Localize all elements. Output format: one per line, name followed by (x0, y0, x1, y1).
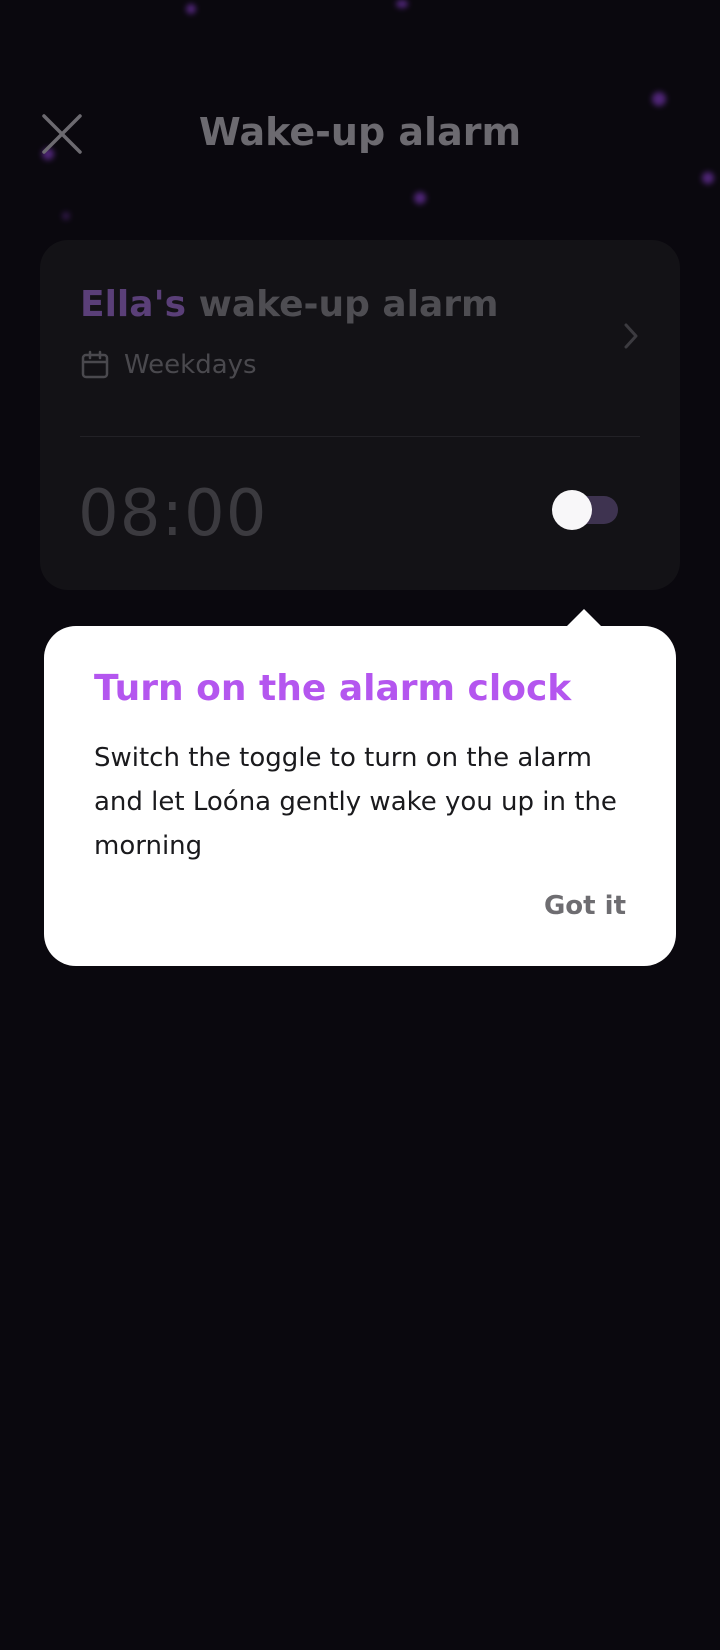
alarm-toggle[interactable] (552, 490, 618, 530)
card-divider (80, 436, 640, 437)
tooltip-pointer (566, 609, 602, 627)
sparkle (62, 212, 70, 220)
calendar-icon (80, 350, 110, 380)
alarm-time: 08:00 (78, 477, 268, 551)
alarm-schedule: Weekdays (80, 350, 257, 380)
schedule-label: Weekdays (124, 350, 257, 380)
tooltip-title: Turn on the alarm clock (94, 668, 572, 709)
alarm-owner: Ella's (80, 284, 187, 325)
alarm-title: wake-up alarm (198, 284, 499, 325)
chevron-right-icon (618, 318, 644, 354)
page-title: Wake-up alarm (198, 110, 522, 154)
alarm-name: Ella's wake-up alarm (80, 282, 499, 328)
header: Wake-up alarm (0, 90, 720, 174)
alarm-card: Ella's wake-up alarm Weekdays 08:00 (40, 240, 680, 590)
tooltip-body: Switch the toggle to turn on the alarm a… (94, 743, 617, 861)
got-it-button[interactable]: Got it (544, 888, 626, 924)
sparkle (396, 0, 408, 8)
sparkle (414, 192, 426, 204)
sparkle (186, 4, 196, 14)
toggle-knob (552, 490, 592, 530)
alarm-details-link[interactable]: Ella's wake-up alarm Weekdays (40, 240, 680, 436)
onboarding-tooltip: Turn on the alarm clock Switch the toggl… (44, 626, 676, 966)
